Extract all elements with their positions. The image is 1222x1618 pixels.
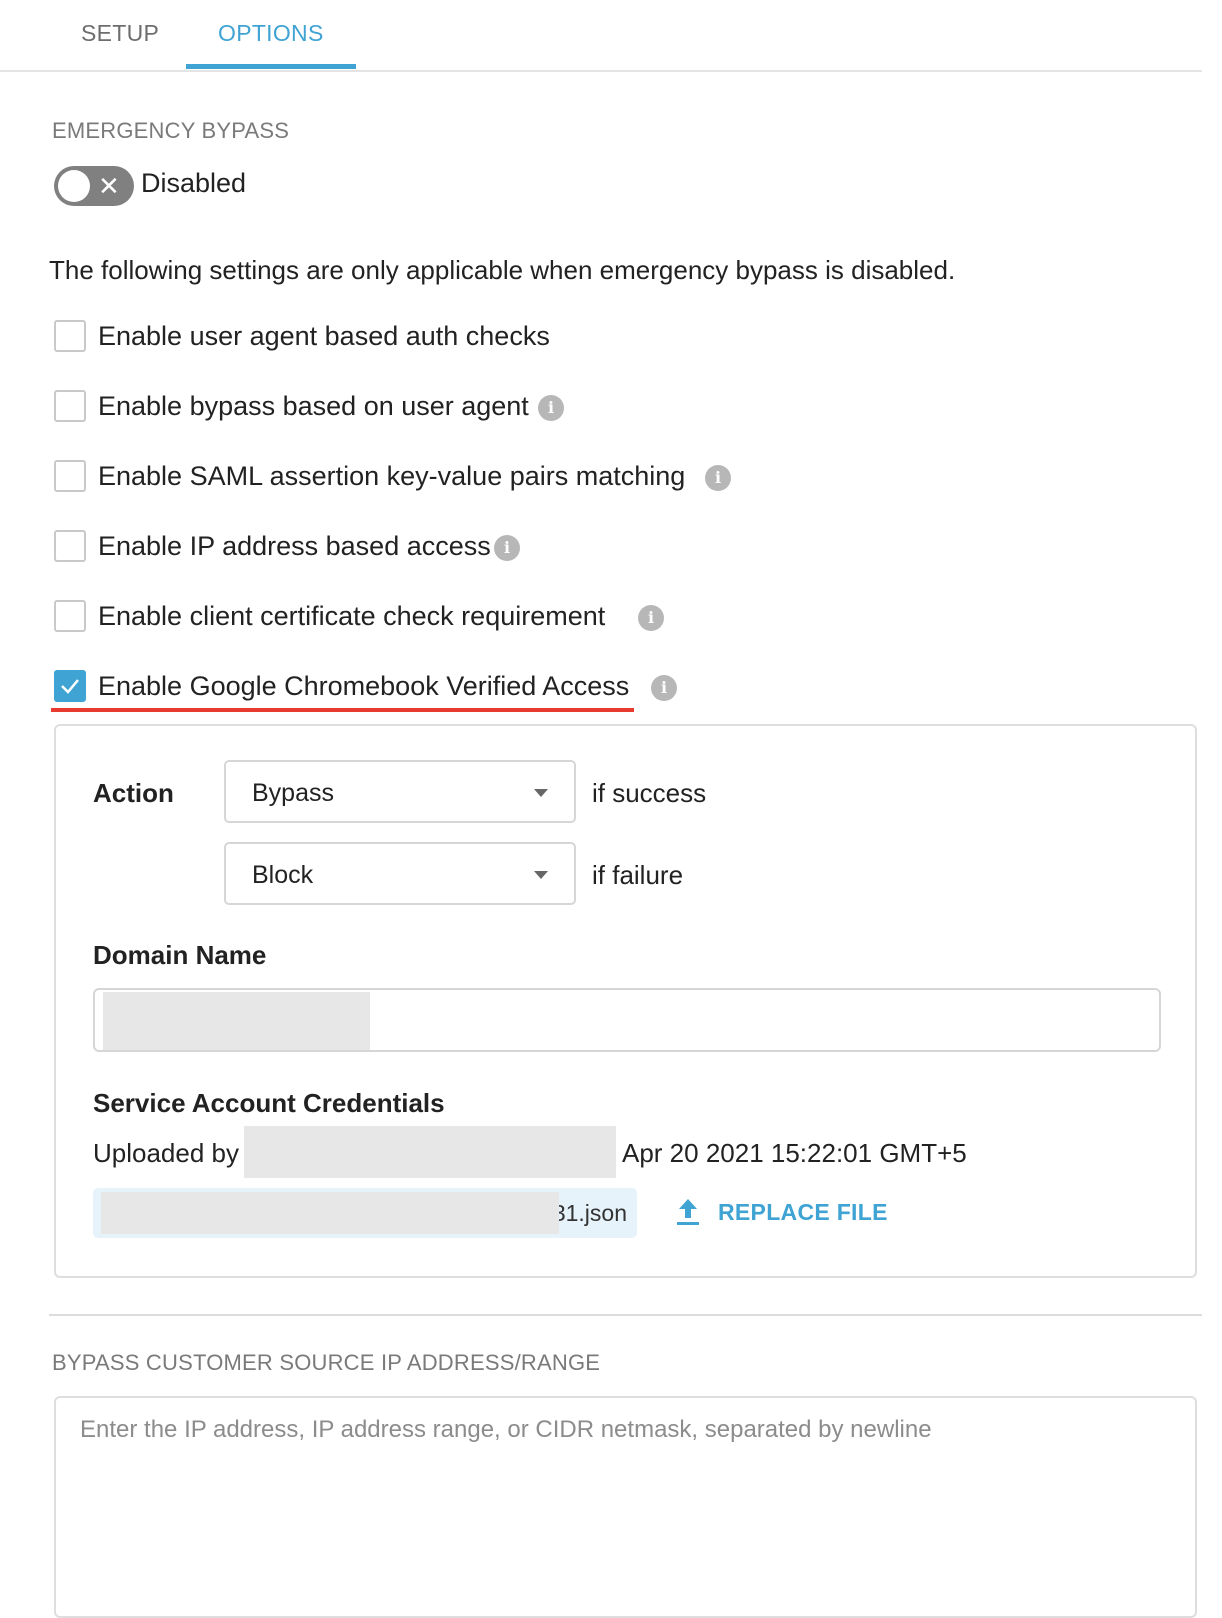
redacted-uploader	[244, 1126, 616, 1178]
info-icon[interactable]: i	[538, 395, 564, 421]
info-icon[interactable]: i	[638, 605, 664, 631]
credentials-file-name: 31.json	[552, 1200, 627, 1226]
upload-date: Apr 20 2021 15:22:01 GMT+5	[622, 1138, 967, 1168]
action-label: Action	[93, 778, 174, 808]
chevron-down-icon	[534, 871, 548, 879]
chevron-down-icon	[534, 789, 548, 797]
credentials-file-chip[interactable]: 31.json	[93, 1188, 637, 1238]
settings-note: The following settings are only applicab…	[49, 255, 956, 285]
checkbox-ip-access[interactable]	[54, 530, 86, 562]
if-success-label: if success	[592, 778, 707, 808]
verified-access-panel: Action Bypass if success Block if failur…	[54, 724, 1197, 1278]
tab-options[interactable]: OPTIONS	[218, 20, 324, 47]
failure-action-select[interactable]: Block	[224, 842, 576, 905]
tab-bar: SETUP OPTIONS	[0, 0, 1202, 72]
select-value: Bypass	[252, 779, 334, 807]
bypass-ip-textarea[interactable]	[54, 1396, 1197, 1618]
select-value: Block	[252, 861, 314, 889]
domain-name-input[interactable]	[93, 988, 1161, 1052]
options-page: SETUP OPTIONS EMERGENCY BYPASS ✕ Disable…	[0, 0, 1222, 1618]
emergency-bypass-toggle[interactable]: ✕	[54, 166, 134, 206]
tab-setup[interactable]: SETUP	[81, 20, 159, 47]
close-icon: ✕	[98, 171, 120, 201]
service-account-credentials-label: Service Account Credentials	[93, 1088, 445, 1118]
checkbox-label[interactable]: Enable client certificate check requirem…	[98, 600, 605, 632]
checkbox-label[interactable]: Enable user agent based auth checks	[98, 320, 550, 352]
domain-name-label: Domain Name	[93, 940, 267, 970]
checkbox-label[interactable]: Enable IP address based access	[98, 530, 491, 562]
checkbox-saml-matching[interactable]	[54, 460, 86, 492]
highlight-underline	[51, 708, 634, 712]
redacted-file-name	[101, 1192, 559, 1234]
bypass-ip-heading: BYPASS CUSTOMER SOURCE IP ADDRESS/RANGE	[52, 1350, 601, 1375]
checkbox-label[interactable]: Enable Google Chromebook Verified Access	[98, 670, 629, 702]
info-icon[interactable]: i	[705, 465, 731, 491]
toggle-state-label: Disabled	[141, 168, 247, 198]
checkbox-bypass-user-agent[interactable]	[54, 390, 86, 422]
if-failure-label: if failure	[592, 860, 684, 890]
success-action-select[interactable]: Bypass	[224, 760, 576, 823]
info-icon[interactable]: i	[494, 535, 520, 561]
checkbox-client-certificate[interactable]	[54, 600, 86, 632]
checkbox-label[interactable]: Enable bypass based on user agent	[98, 390, 529, 422]
active-tab-indicator	[186, 64, 356, 69]
check-icon	[61, 679, 79, 694]
replace-file-label: REPLACE FILE	[718, 1199, 888, 1225]
redacted-domain	[103, 992, 370, 1050]
toggle-knob	[58, 170, 90, 202]
emergency-bypass-heading: EMERGENCY BYPASS	[52, 118, 290, 143]
checkbox-chromebook-verified-access[interactable]	[54, 670, 86, 702]
uploaded-by-label: Uploaded by	[93, 1138, 239, 1168]
info-icon[interactable]: i	[651, 675, 677, 701]
checkbox-user-agent-auth[interactable]	[54, 320, 86, 352]
upload-icon	[677, 1199, 699, 1225]
checkbox-label[interactable]: Enable SAML assertion key-value pairs ma…	[98, 460, 685, 492]
section-divider	[49, 1314, 1202, 1316]
